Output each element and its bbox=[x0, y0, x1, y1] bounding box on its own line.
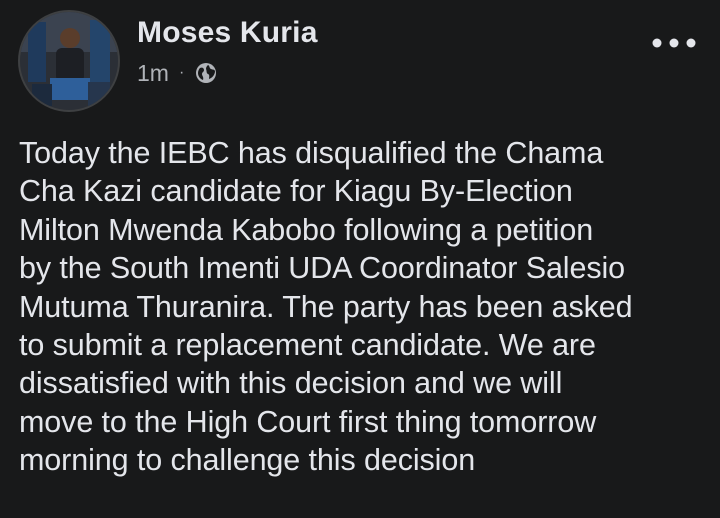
post-body-text: Today the IEBC has disqualified the Cham… bbox=[19, 136, 633, 478]
facebook-post: Moses Kuria 1m · Today the IEBC has disq… bbox=[0, 0, 720, 518]
author-avatar[interactable] bbox=[18, 10, 120, 112]
meta-separator: · bbox=[178, 64, 185, 81]
author-name[interactable]: Moses Kuria bbox=[137, 16, 318, 50]
globe-icon[interactable] bbox=[194, 61, 218, 85]
more-options-icon bbox=[652, 38, 696, 48]
more-options-button[interactable] bbox=[646, 30, 702, 56]
post-timestamp[interactable]: 1m bbox=[137, 60, 169, 87]
avatar-photo bbox=[20, 12, 118, 110]
post-meta: 1m · bbox=[137, 58, 218, 88]
